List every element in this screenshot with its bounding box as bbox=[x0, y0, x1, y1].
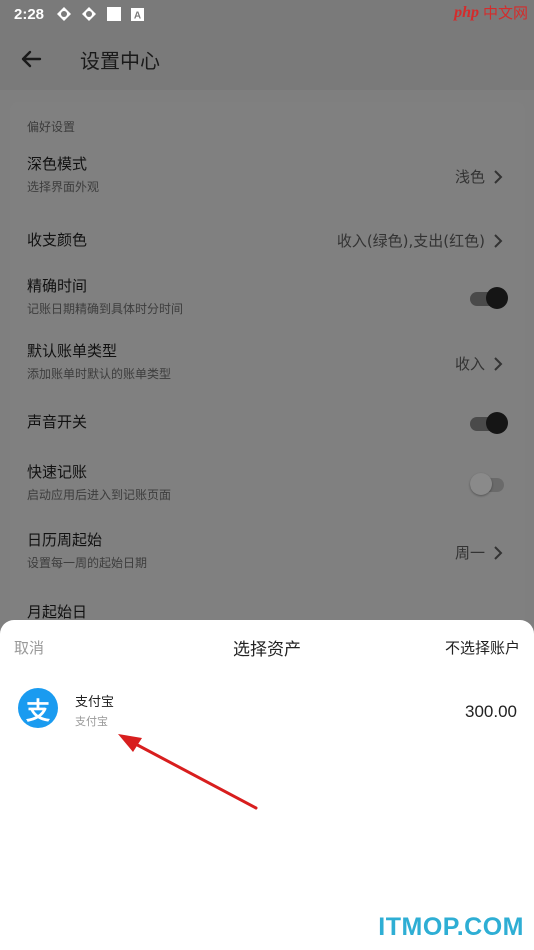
setting-row-precise-time[interactable]: 精确时间 记账日期精确到具体时分时间 bbox=[10, 274, 525, 326]
alipay-icon: 支 bbox=[18, 688, 58, 728]
a-notification-icon: A bbox=[131, 7, 145, 21]
setting-row-week-start[interactable]: 日历周起始 设置每一周的起始日期 周一 bbox=[10, 528, 525, 580]
setting-title: 精确时间 bbox=[27, 277, 88, 295]
setting-value: 浅色 bbox=[454, 168, 485, 186]
precise-time-toggle[interactable] bbox=[470, 286, 508, 310]
setting-row-default-bill-type[interactable]: 默认账单类型 添加账单时默认的账单类型 收入 bbox=[10, 339, 525, 391]
chevron-right-icon bbox=[494, 545, 503, 560]
setting-title: 日历周起始 bbox=[27, 531, 103, 549]
setting-value: 收入(绿色),支出(红色) bbox=[336, 232, 485, 250]
setting-subtitle: 选择界面外观 bbox=[27, 180, 100, 194]
setting-row-income-color[interactable]: 收支颜色 收入(绿色),支出(红色) bbox=[10, 218, 525, 262]
setting-title: 深色模式 bbox=[27, 155, 88, 173]
arrow-left-icon bbox=[21, 50, 42, 68]
sheet-header: 取消 选择资产 不选择账户 bbox=[0, 620, 534, 672]
setting-value: 收入 bbox=[454, 355, 485, 373]
setting-subtitle: 启动应用后进入到记账页面 bbox=[27, 488, 172, 502]
notification-app-icon bbox=[56, 6, 72, 22]
page-title: 设置中心 bbox=[80, 48, 160, 73]
status-bar: 2:28 A php 中文网 bbox=[0, 0, 534, 28]
setting-subtitle: 设置每一周的起始日期 bbox=[27, 556, 148, 570]
chevron-right-icon bbox=[494, 233, 503, 248]
asset-name: 支付宝 bbox=[75, 695, 115, 710]
chevron-right-icon bbox=[494, 356, 503, 371]
itmop-watermark: ITMOP.COM bbox=[378, 913, 524, 941]
sound-toggle[interactable] bbox=[470, 411, 508, 435]
setting-row-dark-mode[interactable]: 深色模式 选择界面外观 浅色 bbox=[10, 152, 525, 204]
php-watermark: php bbox=[454, 3, 479, 21]
setting-title: 声音开关 bbox=[27, 413, 88, 431]
settings-card: 偏好设置 深色模式 选择界面外观 浅色 收支颜色 收入(绿色),支出(红色) 精… bbox=[10, 102, 525, 642]
select-asset-sheet: 取消 选择资产 不选择账户 支 支付宝 支付宝 300.00 bbox=[0, 620, 534, 950]
status-time: 2:28 bbox=[14, 5, 45, 23]
asset-amount: 300.00 bbox=[465, 702, 517, 721]
setting-title: 快速记账 bbox=[27, 463, 88, 481]
asset-item-alipay[interactable]: 支 支付宝 支付宝 300.00 bbox=[0, 682, 534, 738]
section-header: 偏好设置 bbox=[27, 120, 76, 134]
svg-text:A: A bbox=[134, 10, 141, 21]
setting-title: 默认账单类型 bbox=[27, 342, 118, 360]
setting-title: 收支颜色 bbox=[27, 231, 88, 249]
app-bar: 设置中心 bbox=[0, 28, 534, 90]
cn-watermark: 中文网 bbox=[482, 5, 528, 22]
setting-subtitle: 添加账单时默认的账单类型 bbox=[27, 367, 172, 381]
setting-title: 月起始日 bbox=[27, 603, 88, 621]
chevron-right-icon bbox=[494, 169, 503, 184]
setting-row-sound[interactable]: 声音开关 bbox=[10, 402, 525, 446]
notification-app-icon bbox=[81, 6, 97, 22]
setting-subtitle: 记账日期精确到具体时分时间 bbox=[27, 302, 184, 316]
quick-record-toggle[interactable] bbox=[470, 472, 508, 496]
asset-subtitle: 支付宝 bbox=[75, 715, 108, 728]
setting-row-quick-record[interactable]: 快速记账 启动应用后进入到记账页面 bbox=[10, 460, 525, 512]
status-right-area: php 中文网 bbox=[454, 2, 528, 23]
setting-value: 周一 bbox=[454, 544, 485, 562]
back-button[interactable] bbox=[0, 28, 62, 90]
no-account-button[interactable]: 不选择账户 bbox=[445, 637, 520, 658]
square-notification-icon bbox=[106, 6, 122, 22]
